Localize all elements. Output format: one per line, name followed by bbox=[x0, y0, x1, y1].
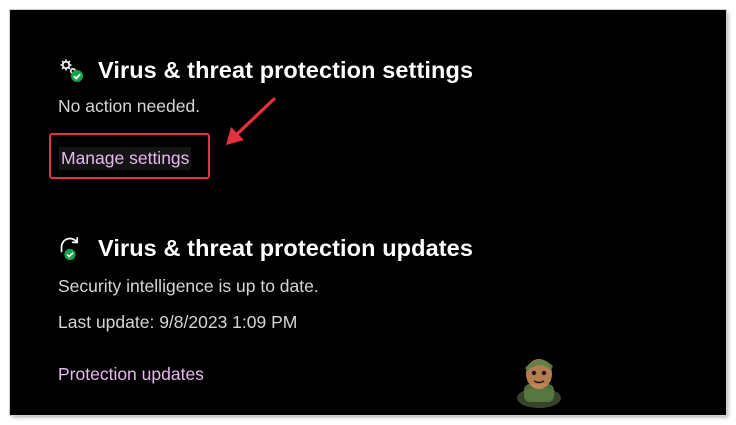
appuals-mascot-logo bbox=[517, 359, 561, 408]
gear-shield-check-icon bbox=[58, 57, 84, 83]
settings-section-header: Virus & threat protection settings bbox=[58, 52, 473, 88]
windows-security-panel: Virus & threat protection settings No ac… bbox=[10, 10, 726, 415]
manage-settings-link[interactable]: Manage settings bbox=[59, 147, 192, 170]
refresh-shield-check-icon bbox=[58, 235, 84, 261]
settings-section-title: Virus & threat protection settings bbox=[98, 56, 474, 83]
updates-section-header: Virus & threat protection updates bbox=[58, 230, 473, 266]
updates-section: Virus & threat protection updates Securi… bbox=[58, 230, 473, 385]
last-update-text: Last update: 9/8/2023 1:09 PM bbox=[58, 312, 298, 332]
protection-updates-link[interactable]: Protection updates bbox=[58, 364, 204, 385]
manage-settings-highlight: Manage settings bbox=[49, 133, 210, 179]
updates-status-text: Security intelligence is up to date. bbox=[58, 276, 319, 296]
red-arrow-icon bbox=[226, 97, 276, 145]
updates-section-title: Virus & threat protection updates bbox=[98, 234, 474, 261]
